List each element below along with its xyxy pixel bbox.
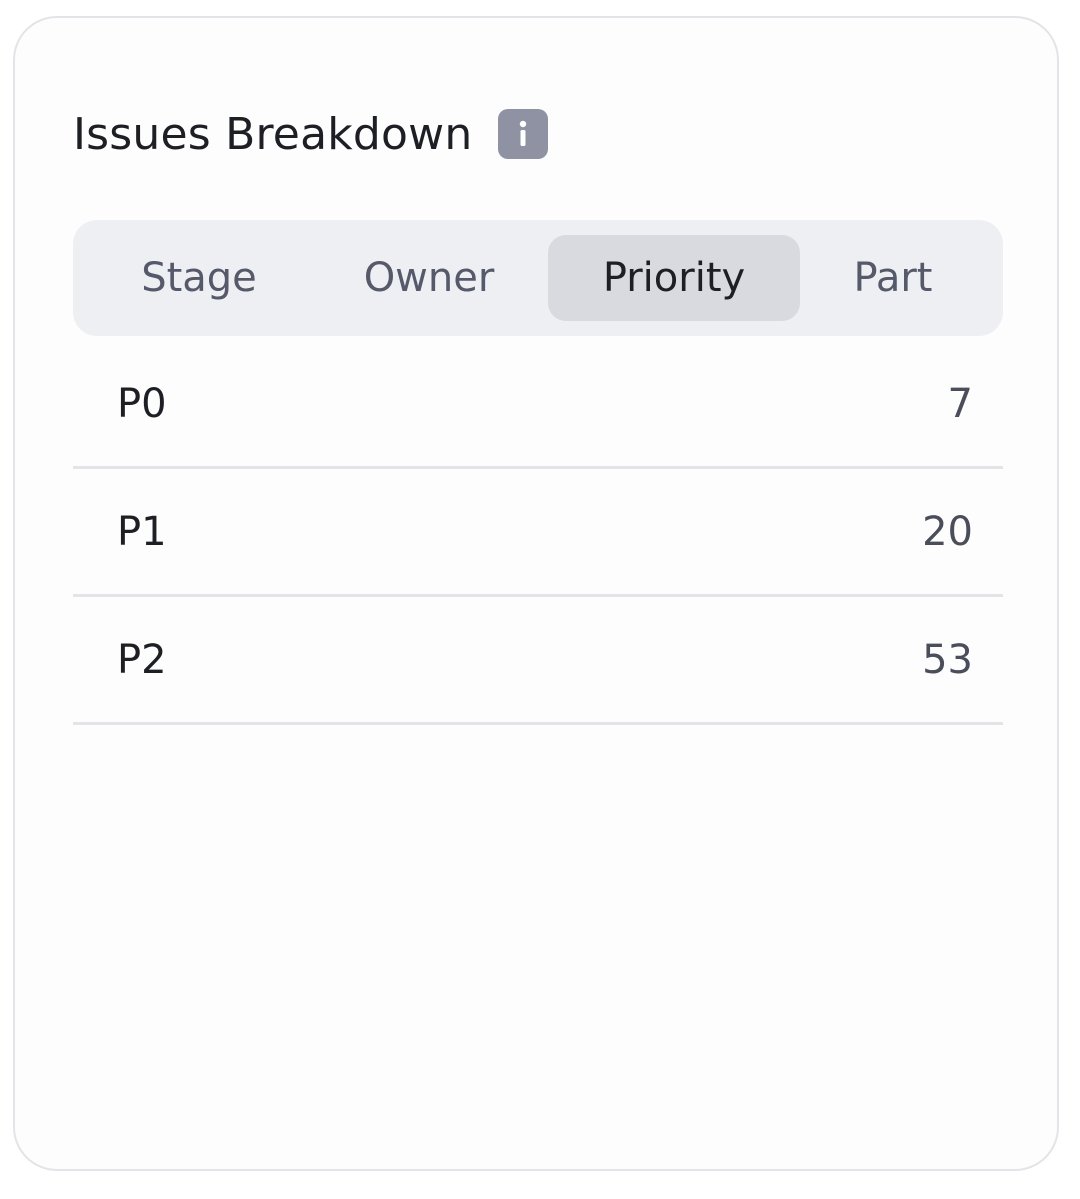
list-item[interactable]: P2 53: [73, 597, 1003, 725]
row-count: 7: [947, 381, 973, 427]
card-title: Issues Breakdown: [73, 108, 473, 160]
breakdown-tabs: Stage Owner Priority Part: [73, 220, 1003, 336]
breakdown-list: P0 7 P1 20 P2 53: [73, 338, 1003, 725]
row-count: 53: [922, 636, 973, 683]
info-icon[interactable]: [498, 109, 549, 159]
card-header: Issues Breakdown: [73, 104, 549, 164]
list-item[interactable]: P0 7: [73, 338, 1003, 469]
row-label: P0: [117, 381, 167, 427]
info-glyph: [520, 120, 527, 146]
list-item[interactable]: P1 20: [73, 469, 1003, 597]
row-label: P1: [117, 508, 167, 555]
tab-owner[interactable]: Owner: [319, 235, 539, 321]
issues-breakdown-card: Issues Breakdown Stage Owner Priority Pa…: [13, 16, 1059, 1171]
row-label: P2: [117, 636, 167, 683]
tab-part[interactable]: Part: [813, 235, 973, 321]
row-count: 20: [922, 508, 973, 555]
tab-stage[interactable]: Stage: [93, 235, 305, 321]
tab-priority[interactable]: Priority: [548, 235, 800, 321]
